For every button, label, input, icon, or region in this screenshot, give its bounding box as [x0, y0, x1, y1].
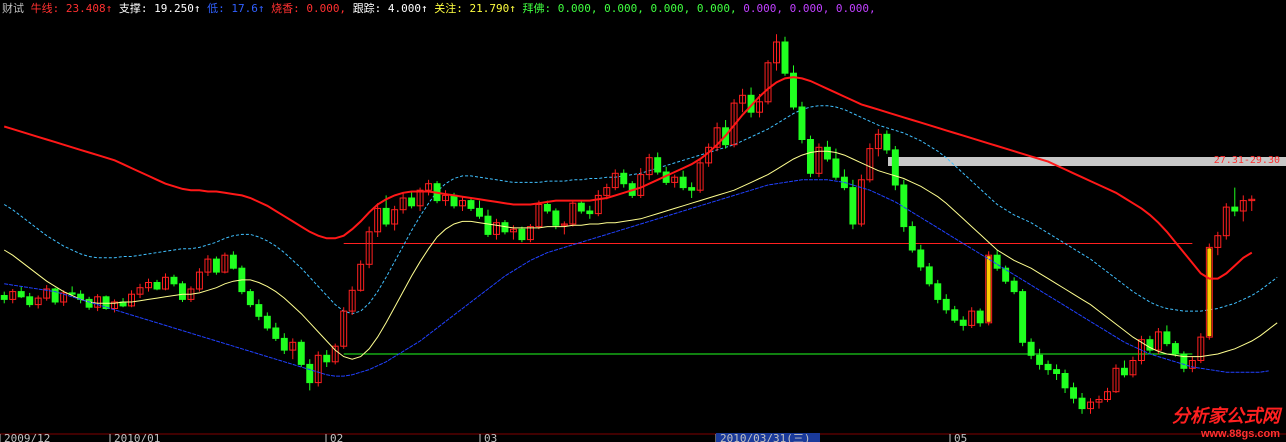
candle-body	[17, 291, 25, 298]
watermark: 分析家公式网 www.88gs.com	[1172, 402, 1280, 440]
candle-body	[1002, 267, 1010, 282]
candle-body	[832, 158, 840, 178]
candle-body	[153, 282, 161, 290]
candle-body	[883, 133, 891, 151]
header-item-7: 0.000, 0.000, 0.000,	[743, 2, 876, 15]
candle-body	[1120, 367, 1128, 376]
candle-body	[951, 309, 959, 321]
candle-body	[51, 288, 59, 303]
candle-body	[688, 187, 696, 191]
candle-body	[382, 207, 390, 225]
candle-highlight	[1207, 248, 1212, 337]
candle-body	[993, 254, 1001, 269]
header-item-2: 低: 17.6↑	[207, 2, 272, 15]
header-title: 财试	[2, 2, 31, 15]
x-tick-label: 05	[954, 432, 967, 442]
candle-body	[263, 315, 271, 329]
candle-body	[280, 337, 288, 351]
header-item-5: 关注: 21.790↑	[434, 2, 523, 15]
candle-body	[1053, 369, 1061, 375]
candlestick-chart[interactable]: 2009/12 2010/01 02 03 2010/03/31(三) 05	[0, 0, 1286, 442]
candle-body	[806, 139, 814, 174]
candle-body	[908, 226, 916, 251]
candle-body	[934, 283, 942, 300]
candle-body	[1044, 363, 1052, 371]
candle-body	[484, 215, 492, 235]
candle-body	[1078, 397, 1086, 410]
x-tick-label: 2010/01	[114, 432, 160, 442]
indicator-header: 财试 牛线: 23.408↑ 支撑: 19.250↑ 低: 17.6↑ 烧香: …	[2, 2, 876, 16]
candle-body	[306, 363, 314, 384]
series-line-0	[3, 76, 1253, 280]
candle-body	[467, 200, 475, 209]
x-tick-label: 2010/03/31(三)	[720, 432, 810, 442]
x-tick-label: 2009/12	[4, 432, 50, 442]
candle-body	[798, 106, 806, 140]
header-item-1: 支撑: 19.250↑	[118, 2, 208, 15]
header-item-3: 烧香: 0.000,	[271, 2, 353, 15]
candle-body	[518, 228, 526, 241]
candle-body	[1070, 387, 1078, 399]
candle-body	[272, 327, 280, 339]
candle-body	[246, 291, 254, 306]
candle-body	[1010, 280, 1018, 293]
candle-body	[323, 354, 331, 363]
candle-body	[849, 187, 857, 225]
candle-body	[586, 210, 594, 215]
header-item-0: 牛线: 23.408↑	[30, 2, 119, 15]
candle-body	[1027, 341, 1035, 356]
x-tick-label: 02	[330, 432, 343, 442]
candle-body	[1061, 373, 1069, 389]
candle-body	[26, 296, 34, 306]
candle-body	[891, 149, 899, 186]
candle-body	[959, 319, 967, 326]
candle-body	[229, 254, 237, 269]
x-tick-label: 03	[484, 432, 497, 442]
candle-body	[1231, 206, 1239, 212]
candle-body	[679, 176, 687, 189]
header-item-4: 跟踪: 4.000↑	[352, 2, 435, 15]
header-item-6: 拜佛: 0.000, 0.000, 0.000, 0.000,	[522, 2, 744, 15]
candle-body	[408, 197, 416, 207]
candle-body	[942, 298, 950, 311]
candle-body	[255, 304, 263, 317]
series-line-2	[4, 179, 1269, 377]
candle-body	[476, 207, 483, 217]
candle-body	[1171, 343, 1179, 355]
candle-body	[1163, 331, 1171, 345]
candle-body	[212, 258, 220, 273]
candle-body	[68, 292, 76, 295]
price-box-label: 27.31-29.30	[1213, 155, 1280, 166]
candle-body	[297, 341, 305, 365]
candle-body	[781, 41, 789, 74]
candle-highlight	[986, 256, 991, 322]
candle-body	[1036, 354, 1044, 365]
candle-body	[0, 295, 8, 300]
candle-body	[552, 210, 560, 226]
candle-body	[450, 194, 458, 207]
candle-body	[823, 146, 831, 160]
candle-body	[620, 172, 628, 185]
candle-body	[543, 204, 551, 212]
candle-body	[577, 202, 585, 212]
candle-body	[654, 157, 662, 173]
candle-body	[85, 298, 93, 308]
candle-body	[925, 266, 933, 285]
candle-body	[976, 310, 984, 324]
candle-body	[1019, 291, 1027, 343]
watermark-url: www.88gs.com	[1200, 428, 1280, 440]
track-line	[3, 105, 1278, 315]
candle-body	[917, 249, 925, 268]
watermark-title: 分析家公式网	[1172, 406, 1280, 427]
candle-body	[178, 283, 186, 300]
candle-body	[170, 276, 178, 285]
